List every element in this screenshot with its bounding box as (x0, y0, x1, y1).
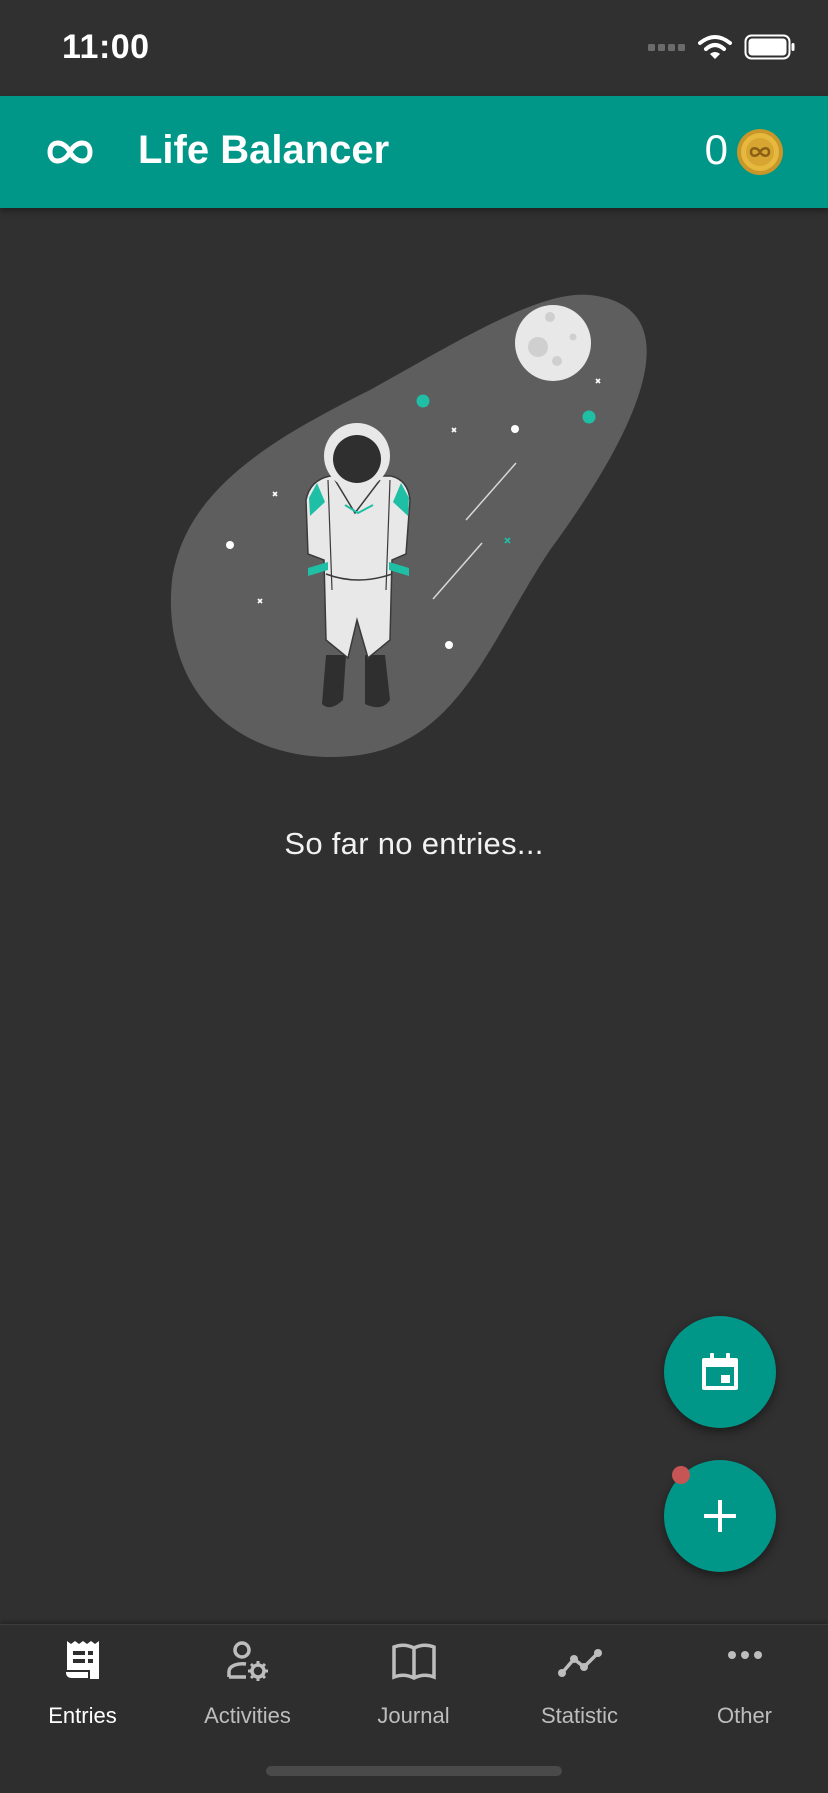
status-icons (648, 34, 796, 60)
calendar-fab-button[interactable] (664, 1316, 776, 1428)
status-bar: 11:00 (0, 0, 828, 96)
nav-label-activities: Activities (204, 1703, 291, 1728)
astronaut-illustration (170, 294, 647, 758)
nav-item-statistic[interactable]: Statistic (497, 1625, 662, 1735)
line-chart-icon (557, 1649, 602, 1677)
nav-item-other[interactable]: Other (662, 1625, 827, 1735)
nav-item-entries[interactable]: Entries (0, 1625, 165, 1735)
app-title: Life Balancer (138, 128, 390, 172)
plus-icon (704, 1500, 736, 1532)
notification-dot (672, 1466, 690, 1484)
coin-icon[interactable] (736, 128, 784, 176)
nav-label-entries: Entries (48, 1703, 117, 1728)
battery-icon (744, 34, 795, 60)
empty-state-message: So far no entries... (284, 826, 544, 861)
nav-item-journal[interactable]: Journal (331, 1625, 496, 1735)
nav-item-activities[interactable]: Activities (165, 1625, 330, 1735)
teal-star (416, 394, 430, 408)
book-icon (391, 1643, 436, 1680)
teal-star (582, 410, 596, 424)
wifi-icon (698, 35, 732, 59)
home-indicator (266, 1766, 562, 1776)
more-horizontal-icon (727, 1651, 762, 1659)
coin-count: 0 (704, 126, 728, 173)
calendar-icon (702, 1353, 738, 1390)
user-gear-icon (226, 1641, 268, 1681)
app-bar: Life Balancer 0 (0, 96, 828, 208)
infinity-icon[interactable] (44, 130, 96, 174)
nav-label-other: Other (716, 1703, 773, 1728)
nav-label-journal: Journal (377, 1703, 450, 1728)
status-time: 11:00 (62, 28, 150, 66)
signal-icon (648, 44, 685, 51)
nav-label-statistic: Statistic (540, 1703, 619, 1728)
receipt-icon (63, 1641, 99, 1680)
